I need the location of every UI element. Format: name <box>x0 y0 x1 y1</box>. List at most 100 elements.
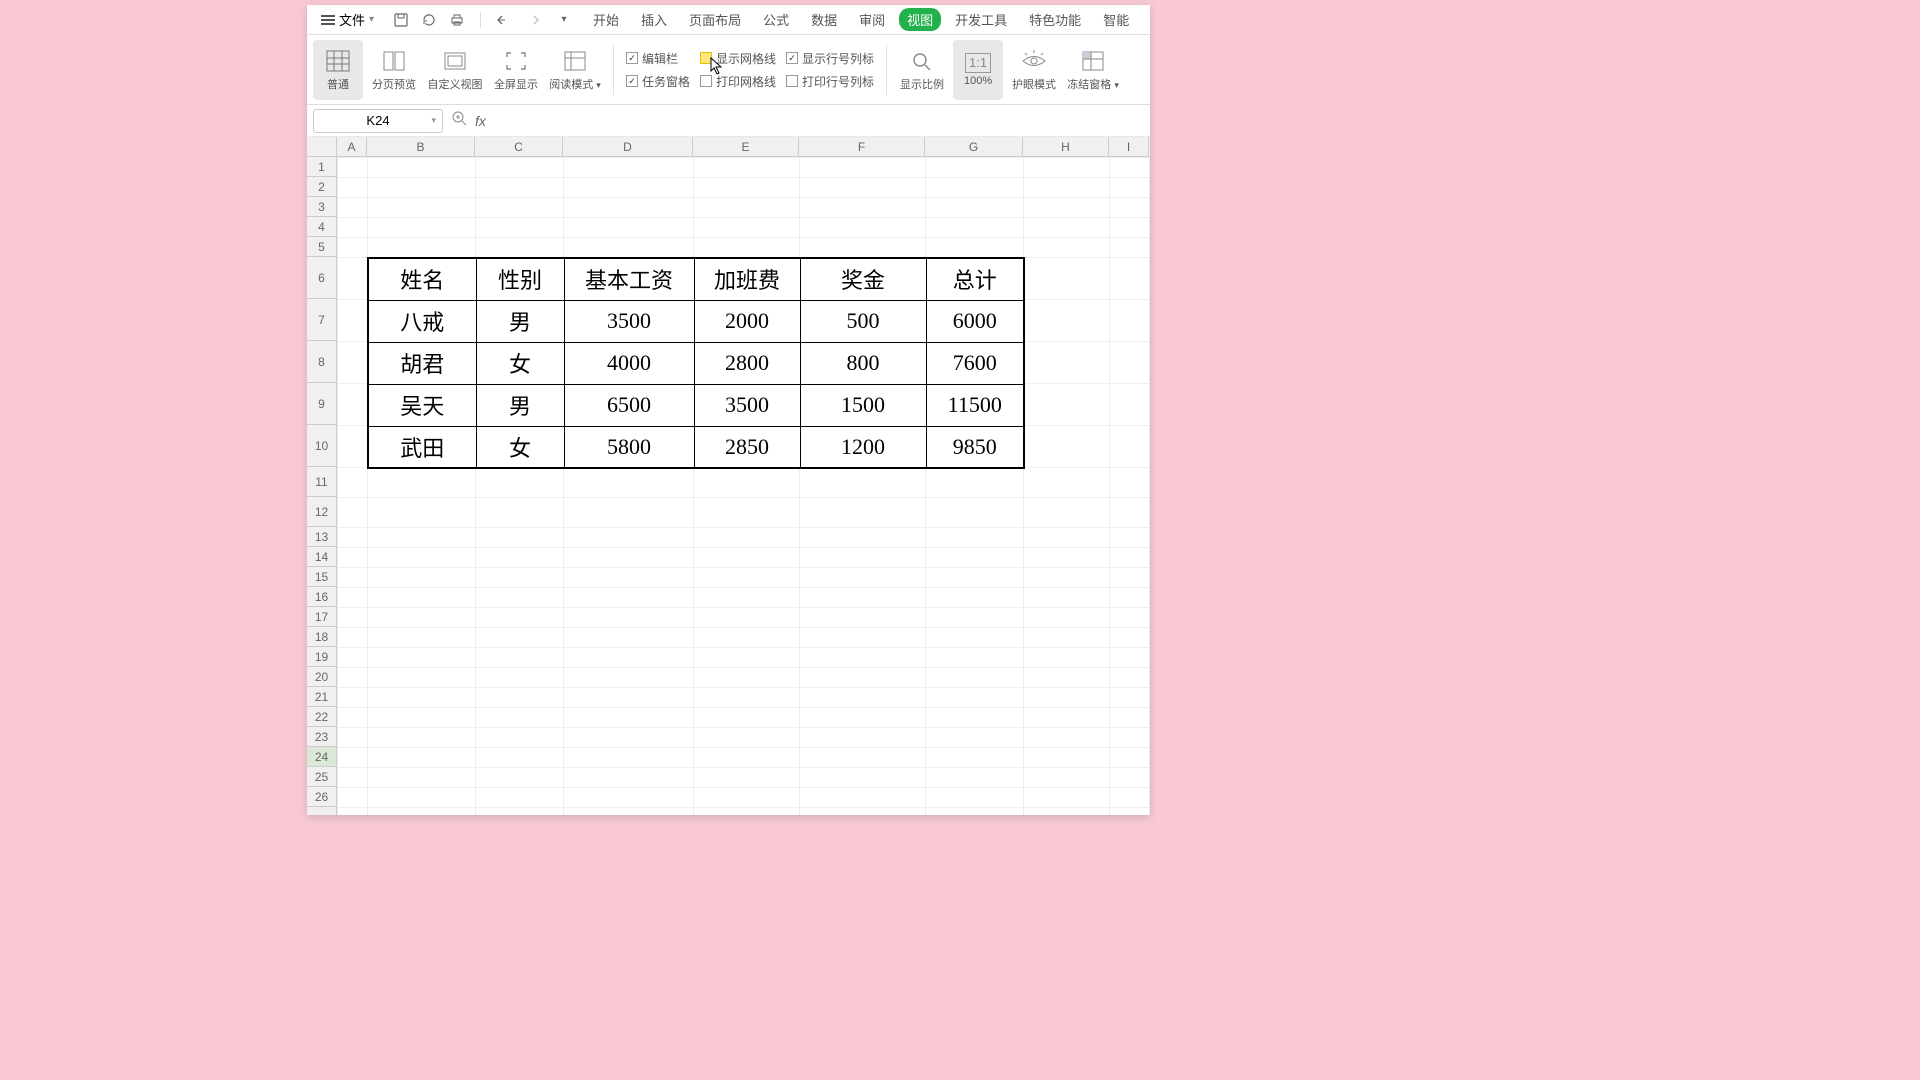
table-cell[interactable]: 7600 <box>926 342 1024 384</box>
show-gridlines-checkbox[interactable]: 显示网格线 <box>700 50 776 67</box>
row-header-4[interactable]: 4 <box>307 217 336 237</box>
view-pagebreak-button[interactable]: 分页预览 <box>369 40 419 100</box>
row-header-3[interactable]: 3 <box>307 197 336 217</box>
row-header-6[interactable]: 6 <box>307 257 336 299</box>
row-header-20[interactable]: 20 <box>307 667 336 687</box>
name-box[interactable]: K24 ▾ <box>313 109 443 133</box>
column-header-E[interactable]: E <box>693 137 799 156</box>
column-header-H[interactable]: H <box>1023 137 1109 156</box>
row-header-19[interactable]: 19 <box>307 647 336 667</box>
tab-数据[interactable]: 数据 <box>803 8 845 31</box>
save-icon[interactable] <box>392 11 410 29</box>
qat-dropdown-icon[interactable]: ▾ <box>555 11 573 29</box>
table-cell[interactable]: 女 <box>476 342 564 384</box>
tab-开始[interactable]: 开始 <box>585 8 627 31</box>
view-normal-button[interactable]: 普通 <box>313 40 363 100</box>
table-cell[interactable]: 武田 <box>368 426 476 468</box>
custom-view-button[interactable]: 自定义视图 <box>425 40 485 100</box>
row-header-13[interactable]: 13 <box>307 527 336 547</box>
tab-智能[interactable]: 智能 <box>1095 8 1137 31</box>
table-cell[interactable]: 八戒 <box>368 300 476 342</box>
select-all-corner[interactable] <box>307 137 337 157</box>
row-header-5[interactable]: 5 <box>307 237 336 257</box>
column-header-A[interactable]: A <box>337 137 367 156</box>
row-header-21[interactable]: 21 <box>307 687 336 707</box>
row-header-14[interactable]: 14 <box>307 547 336 567</box>
formula-bar-checkbox[interactable]: 编辑栏 <box>626 50 690 67</box>
file-menu[interactable]: 文件 ▾ <box>313 8 382 31</box>
insert-function-icon[interactable] <box>451 110 467 131</box>
table-cell[interactable]: 9850 <box>926 426 1024 468</box>
table-cell[interactable]: 3500 <box>694 384 800 426</box>
row-header-10[interactable]: 10 <box>307 425 336 467</box>
row-header-22[interactable]: 22 <box>307 707 336 727</box>
freeze-panes-button[interactable]: 冻结窗格 ▾ <box>1065 40 1121 100</box>
fullscreen-button[interactable]: 全屏显示 <box>491 40 541 100</box>
show-headings-checkbox[interactable]: 显示行号列标 <box>786 50 874 67</box>
table-cell[interactable]: 4000 <box>564 342 694 384</box>
row-header-1[interactable]: 1 <box>307 157 336 177</box>
table-cell[interactable]: 吴天 <box>368 384 476 426</box>
table-header[interactable]: 性别 <box>476 258 564 300</box>
zoom-button[interactable]: 显示比例 <box>897 40 947 100</box>
row-header-25[interactable]: 25 <box>307 767 336 787</box>
row-header-2[interactable]: 2 <box>307 177 336 197</box>
column-header-G[interactable]: G <box>925 137 1023 156</box>
row-header-26[interactable]: 26 <box>307 787 336 807</box>
tab-插入[interactable]: 插入 <box>633 8 675 31</box>
table-cell[interactable]: 500 <box>800 300 926 342</box>
column-header-C[interactable]: C <box>475 137 563 156</box>
tab-特色功能[interactable]: 特色功能 <box>1021 8 1089 31</box>
table-header[interactable]: 加班费 <box>694 258 800 300</box>
row-header-15[interactable]: 15 <box>307 567 336 587</box>
undo-icon[interactable] <box>495 11 513 29</box>
column-header-I[interactable]: I <box>1109 137 1149 156</box>
print-gridlines-checkbox[interactable]: 打印网格线 <box>700 73 776 90</box>
table-header[interactable]: 姓名 <box>368 258 476 300</box>
table-cell[interactable]: 5800 <box>564 426 694 468</box>
table-cell[interactable]: 3500 <box>564 300 694 342</box>
row-header-18[interactable]: 18 <box>307 627 336 647</box>
eyecare-button[interactable]: 护眼模式 <box>1009 40 1059 100</box>
row-header-24[interactable]: 24 <box>307 747 336 767</box>
tab-开发工具[interactable]: 开发工具 <box>947 8 1015 31</box>
row-header-8[interactable]: 8 <box>307 341 336 383</box>
table-header[interactable]: 基本工资 <box>564 258 694 300</box>
task-pane-checkbox[interactable]: 任务窗格 <box>626 73 690 90</box>
table-cell[interactable]: 男 <box>476 384 564 426</box>
row-header-16[interactable]: 16 <box>307 587 336 607</box>
row-header-9[interactable]: 9 <box>307 383 336 425</box>
table-cell[interactable]: 2850 <box>694 426 800 468</box>
table-cell[interactable]: 2000 <box>694 300 800 342</box>
column-header-F[interactable]: F <box>799 137 925 156</box>
table-cell[interactable]: 2800 <box>694 342 800 384</box>
row-header-7[interactable]: 7 <box>307 299 336 341</box>
table-header[interactable]: 奖金 <box>800 258 926 300</box>
table-cell[interactable]: 800 <box>800 342 926 384</box>
column-header-D[interactable]: D <box>563 137 693 156</box>
print-headings-checkbox[interactable]: 打印行号列标 <box>786 73 874 90</box>
read-mode-button[interactable]: 阅读模式 ▾ <box>547 40 603 100</box>
refresh-icon[interactable] <box>420 11 438 29</box>
tab-视图[interactable]: 视图 <box>899 8 941 31</box>
row-header-11[interactable]: 11 <box>307 467 336 497</box>
table-cell[interactable]: 男 <box>476 300 564 342</box>
formula-input[interactable] <box>494 109 1144 133</box>
tab-页面布局[interactable]: 页面布局 <box>681 8 749 31</box>
table-cell[interactable]: 胡君 <box>368 342 476 384</box>
cells-area[interactable]: 姓名性别基本工资加班费奖金总计八戒男350020005006000胡君女4000… <box>337 157 1150 815</box>
table-cell[interactable]: 6000 <box>926 300 1024 342</box>
column-header-B[interactable]: B <box>367 137 475 156</box>
print-icon[interactable] <box>448 11 466 29</box>
row-header-23[interactable]: 23 <box>307 727 336 747</box>
row-header-17[interactable]: 17 <box>307 607 336 627</box>
row-header-12[interactable]: 12 <box>307 497 336 527</box>
table-cell[interactable]: 11500 <box>926 384 1024 426</box>
table-cell[interactable]: 1500 <box>800 384 926 426</box>
table-header[interactable]: 总计 <box>926 258 1024 300</box>
tab-审阅[interactable]: 审阅 <box>851 8 893 31</box>
tab-公式[interactable]: 公式 <box>755 8 797 31</box>
table-cell[interactable]: 6500 <box>564 384 694 426</box>
zoom-100-button[interactable]: 1:1 100% <box>953 40 1003 100</box>
table-cell[interactable]: 女 <box>476 426 564 468</box>
